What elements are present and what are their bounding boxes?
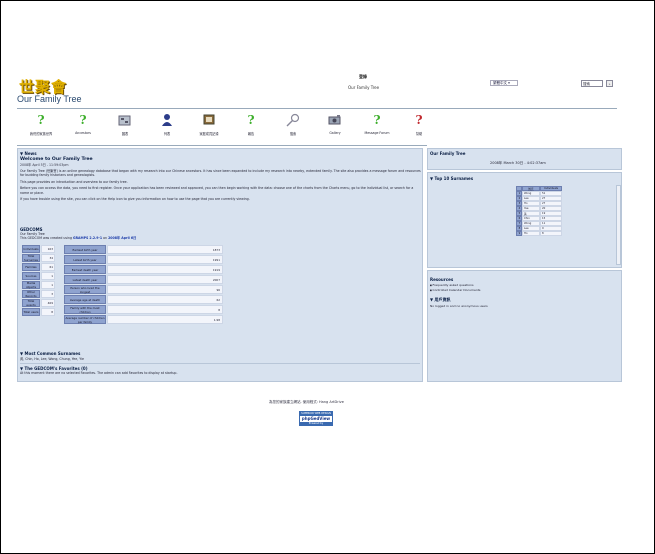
news-paragraph: This page provides an introduction and o… [20,179,128,184]
stat-row: Person who lived the longest 96 [64,285,224,294]
stat-row: Earliest birth year 1873 [64,245,224,254]
software-link[interactable]: GRAMPS 2.2.9-1 [73,236,102,240]
tool-label: 列表 [163,132,171,136]
news-section: ▼ News Welcome to Our Family Tree 2008年 … [20,151,422,201]
favorites-text: At this moment there are no selected Fav… [20,371,178,375]
header-divider [17,108,617,109]
tool-reports[interactable]: ? 報告 [231,112,271,137]
language-select[interactable]: 繁體中文 ▾ [490,80,518,86]
header-tree-name: Our Family Tree [348,85,380,90]
stat-row: Family with the most children 8 [64,305,224,314]
help-question-icon: ? [37,112,45,127]
language-select-value: 繁體中文 [493,81,507,85]
news-heading: ▼ News [20,151,37,156]
date-link[interactable]: 2008年 April 6日 [108,236,136,240]
stat-row: Earliest death year 1919 [64,265,224,274]
tool-label: 圖表 [121,132,129,136]
resource-link[interactable]: Controlled Calendar Documents [430,288,481,294]
stat-row: Media objects 1 [22,281,58,289]
stat-row: Sources 1 [22,272,58,280]
sidebar-datetime: 2008年 March 30日 - 4:02:37am [490,161,546,165]
badge-bottom: Powered by [300,422,332,426]
login-link[interactable]: 登錄 [359,74,367,80]
stat-row: Latest death year 2007 [64,275,224,284]
tool-label: Ancestors [75,131,91,135]
chart-icon [117,112,133,127]
tool-charts[interactable]: 圖表 [105,112,145,136]
stat-row: Latest birth year 1991 [64,255,224,264]
resources-section: Resources Frequently asked questions Con… [430,277,480,294]
news-date: 2008年 April 5日 - 11:59:03pm [20,163,69,167]
resources-heading: Resources [430,277,454,282]
tool-lists[interactable]: 列表 [147,112,187,136]
tool-label: Message Forum [364,131,390,135]
tool-label: 搜索 [289,132,297,136]
help-question-icon: ? [415,112,423,127]
stat-row: Other Records 3 [22,290,58,298]
main-panel: ▼ News Welcome to Our Family Tree 2008年 … [17,148,423,382]
site-title: Our Family Tree [17,94,82,104]
top-surnames-scrollbar[interactable] [616,185,621,265]
favorites-section: ▼ The GEDCOM's Favorites (0) At this mom… [20,363,420,375]
tool-home[interactable]: ? 我們的家族世界 [21,112,61,137]
gedcom-stats-section: GEDCOMS Our Family Tree This GEDCOM was … [20,227,422,347]
news-paragraph: Before you can access the data, you need… [20,186,414,195]
stat-row: Individuals 163 [22,245,55,253]
tool-label: 幫助 [415,132,423,136]
gallery-icon [327,112,343,127]
search-icon [285,112,301,127]
stat-row: Total events 469 [22,299,58,307]
tool-label: 家庭成員記錄 [199,132,219,136]
tool-help[interactable]: ? 幫助 [399,112,439,137]
help-question-icon: ? [373,112,381,127]
news-paragraph: Our Family Tree (世聚會) is an online genea… [20,169,421,178]
phpgedview-badge[interactable]: SUPERIOR WEB DESIGN phpGedView Powered b… [299,411,333,426]
stats-table-left: Individuals 163 Total Surnames 34 Families… [22,245,58,317]
stat-row: Average age at death 62 [64,295,224,304]
tool-label: Gallery [329,131,341,135]
resources-block: Resources Frequently asked questions Con… [427,270,622,382]
tool-ancestors[interactable]: ? Ancestors [63,112,103,136]
stat-row: Total users 8 [22,308,55,316]
top-surnames-table: 姓氏 Individuals 1 Wong 51 2 Lee 27 3 Ho 27 4 Yee… [516,186,562,236]
users-heading: ▼ 用戶資訊 [430,297,451,302]
tool-search[interactable]: 搜索 [273,112,313,136]
resources-list: Frequently asked questions Controlled Ca… [430,283,481,294]
table-row: 9 Ho 8 [516,231,562,236]
sidebar-tree-block: Our Family Tree 2008年 March 30日 - 4:02:3… [427,148,622,170]
search-go-button[interactable]: » [606,80,613,87]
tool-label: 報告 [247,132,255,136]
users-text: No logged in and no anonymous users [430,304,488,308]
tool-gallery[interactable]: Gallery [315,112,355,135]
family-icon [201,112,217,127]
gedcom-created: This GEDCOM was created using GRAMPS 2.2… [20,236,137,241]
page: 世聚會 Our Family Tree 登錄 Our Family Tree 繁… [15,70,639,430]
users-section: ▼ 用戶資訊 No logged in and no anonymous use… [430,297,488,308]
tool-label: 我們的家族世界 [29,132,53,136]
stat-row: Families 61 [22,263,58,271]
tool-family[interactable]: 家庭成員記錄 [189,112,229,136]
stat-row: Average number of children per family 1.9… [64,315,224,324]
common-surnames-list[interactable]: 黃, Chin, Ho, Lee, Wong, Chung, Yee, Yie [20,356,420,361]
tool-message-forum[interactable]: ? Message Forum [357,112,397,136]
news-paragraph: If you have trouble using the site, you … [20,197,250,202]
footer-text[interactable]: 為您的家族建立網站. 使用程式: Hang ArtDrive [269,400,344,405]
sidebar-tree-heading: Our Family Tree [430,151,466,156]
help-question-icon: ? [79,112,87,127]
individual-icon [159,112,175,127]
top-surnames-heading: ▼ Top 10 Surnames [430,176,474,181]
toolbar: ? 我們的家族世界 ? Ancestors 圖表 列表 家庭成員記錄 ? 報告 … [21,112,441,142]
search-input[interactable]: 搜索 [581,80,603,87]
common-surnames-section: ▼ Most Common Surnames 黃, Chin, Ho, Lee,… [20,351,420,361]
stat-row: Total Surnames 34 [22,254,55,262]
help-question-icon: ? [247,112,255,127]
toolbar-divider [17,145,427,146]
surname-link[interactable]: Ho [522,231,540,236]
top-surnames-block: ▼ Top 10 Surnames 姓氏 Individuals 1 Wong 51… [427,172,622,268]
stats-table-mid: Earliest birth year 1873 Latest birth yea… [64,245,224,325]
